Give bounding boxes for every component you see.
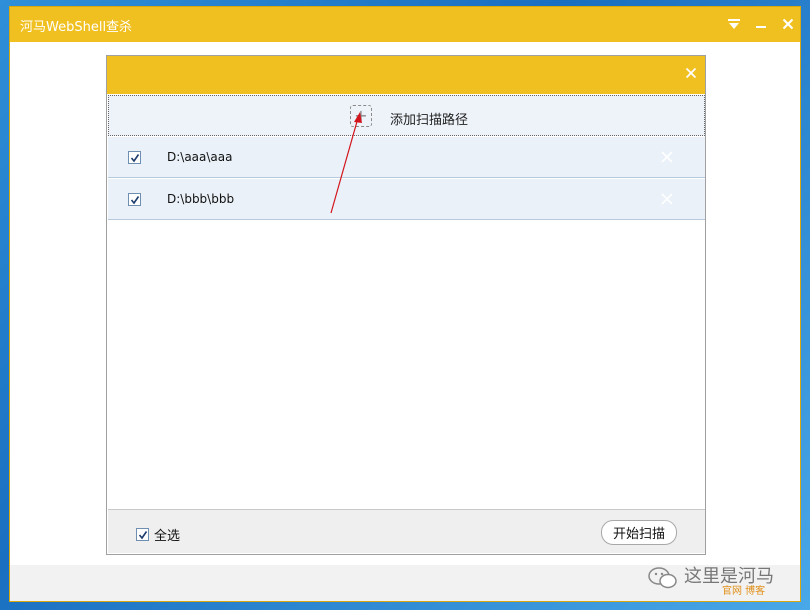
app-title: 河马WebShell查杀	[20, 20, 133, 35]
checkmark-icon	[138, 530, 147, 539]
path-checkbox[interactable]	[128, 193, 141, 206]
close-icon	[661, 151, 673, 163]
plus-icon: +	[350, 105, 372, 127]
dialog-footer: 全选 开始扫描	[108, 509, 705, 553]
checkmark-icon	[130, 195, 139, 204]
close-app-button[interactable]	[778, 14, 798, 34]
add-scan-path-label: 添加扫描路径	[390, 113, 469, 128]
select-all-label: 全选	[154, 529, 181, 544]
dialog-close-button[interactable]	[681, 63, 701, 83]
watermark: 这里是河马 官网 博客	[648, 562, 798, 597]
select-all-check[interactable]	[136, 528, 149, 541]
path-text: D:\aaa\aaa	[167, 150, 233, 164]
app-window: 河马WebShell查杀 + 添加扫描路径 D:\aaa\aaa D:\bbb\…	[9, 6, 801, 602]
minimize-icon	[756, 26, 766, 28]
remove-path-button[interactable]	[660, 150, 674, 164]
path-checkbox[interactable]	[128, 151, 141, 164]
scan-path-dialog: + 添加扫描路径 D:\aaa\aaa D:\bbb\bbb 全选 开始扫描	[106, 55, 706, 555]
path-text: D:\bbb\bbb	[167, 192, 235, 206]
wechat-icon	[648, 567, 677, 589]
add-scan-path-button[interactable]: + 添加扫描路径	[108, 95, 705, 136]
watermark-subtext: 官网 博客	[722, 586, 766, 597]
close-icon	[661, 193, 673, 205]
path-list-item: D:\aaa\aaa	[108, 137, 705, 178]
title-bar: 河马WebShell查杀	[10, 7, 800, 42]
minimize-button[interactable]	[751, 14, 771, 34]
dropdown-menu-icon	[728, 19, 740, 29]
path-list-item: D:\bbb\bbb	[108, 179, 705, 220]
start-scan-button[interactable]: 开始扫描	[601, 520, 677, 545]
close-icon	[782, 18, 794, 30]
select-all-checkbox[interactable]: 全选	[136, 525, 180, 544]
menu-dropdown-button[interactable]	[724, 14, 744, 34]
dialog-header	[107, 56, 705, 94]
close-icon	[685, 67, 697, 79]
remove-path-button[interactable]	[660, 192, 674, 206]
checkmark-icon	[130, 153, 139, 162]
